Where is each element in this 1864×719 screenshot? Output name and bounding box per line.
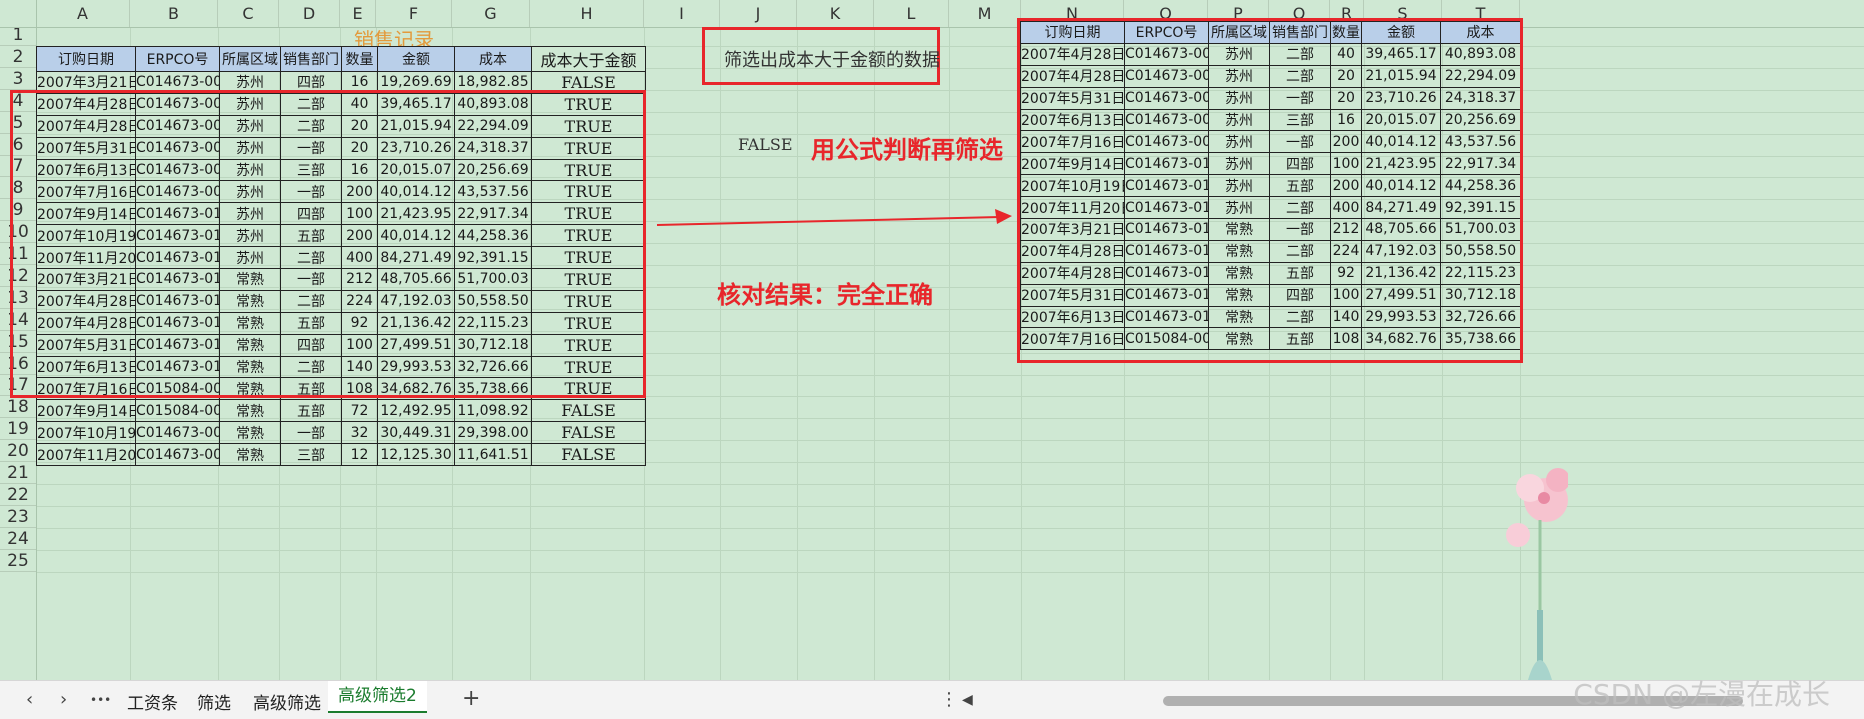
watermark: CSDN @左漫在成长 [1573,678,1830,711]
table-row: 2007年10月19日C014673-001常熟一部3230,449.3129,… [36,421,646,445]
result-highlight [1017,18,1523,363]
column-header[interactable]: L [874,0,949,27]
column-header[interactable]: C [218,0,279,27]
column-header[interactable]: F [376,0,452,27]
table-cell[interactable]: 32 [341,421,378,445]
table-cell[interactable]: C015084-002 [135,399,220,423]
spreadsheet-grid[interactable]: ABCDEFGHIJKLMNOPQRST 1 2 3 4 5 6 7 8 9 10 11 12 13 14… [0,0,1864,680]
grid-line-horizontal [37,505,1864,507]
table-cell[interactable]: C014673-002 [135,443,220,467]
next-sheet-icon[interactable]: › [60,689,67,710]
row-header[interactable]: 25 [0,550,36,572]
table-cell[interactable]: 12 [341,443,378,467]
grid-line-horizontal [37,571,1864,573]
column-header-cell[interactable]: 数量 [341,46,378,72]
column-header-cell[interactable]: 成本 [454,46,532,72]
row-header[interactable]: 2 [0,46,36,68]
grid-line-vertical [720,28,721,680]
prev-sheet-icon[interactable]: ‹ [26,689,33,710]
table-cell[interactable]: 2007年11月20日 [36,443,136,467]
table-cell[interactable]: 12,125.30 [377,443,455,467]
table-cell[interactable]: 11,098.92 [454,399,532,423]
row-header[interactable]: 18 [0,396,36,419]
table-cell[interactable]: 三部 [280,443,342,467]
column-header[interactable]: I [644,0,720,27]
table-cell[interactable]: 一部 [280,421,342,445]
table-cell[interactable]: C014673-001 [135,421,220,445]
column-header[interactable]: M [949,0,1021,27]
table-cell[interactable]: 29,398.00 [454,421,532,445]
column-header[interactable]: J [720,0,797,27]
column-header[interactable]: K [797,0,874,27]
row-header[interactable]: 24 [0,528,36,550]
table-row: 2007年9月14日C015084-002常熟五部7212,492.9511,0… [36,399,646,423]
tab-salary[interactable]: 工资条 [127,689,178,714]
table-cell[interactable]: 常熟 [219,399,281,423]
note-check: 核对结果：完全正确 [717,281,933,309]
more-sheets-icon[interactable]: ••• [90,693,111,707]
table-cell[interactable]: 11,641.51 [454,443,532,467]
criteria-cell[interactable]: FALSE [738,135,793,154]
table-cell[interactable]: FALSE [531,421,646,445]
table-header-row: 订购日期 ERPCO号 所属区域 销售部门 数量 金额 成本 成本大于金额 [36,46,646,72]
table-cell[interactable]: 2007年9月14日 [36,399,136,423]
grid-line-horizontal [37,549,1864,551]
scroll-left-icon[interactable]: ◀ [962,692,973,708]
tab-advanced-filter[interactable]: 高级筛选 [253,689,321,714]
row-header[interactable]: 20 [0,440,36,463]
row-header[interactable]: 21 [0,462,36,484]
table-cell[interactable]: 常熟 [219,443,281,467]
column-header[interactable]: D [279,0,340,27]
column-header[interactable]: G [452,0,530,27]
table-cell[interactable]: 2007年10月19日 [36,421,136,445]
grid-line-horizontal [37,484,1864,485]
arrow-icon [656,209,1012,226]
column-header-cell[interactable]: ERPCO号 [135,46,220,72]
note-filter-text: 筛选出成本大于金额的数据 [724,50,940,71]
table-cell[interactable]: 常熟 [219,421,281,445]
column-header[interactable]: B [130,0,218,27]
row-header[interactable]: 3 [0,68,36,90]
grid-line-vertical [874,28,875,680]
column-header-cell[interactable]: 所属区域 [219,46,281,72]
column-header[interactable]: E [340,0,376,27]
column-header[interactable]: H [530,0,644,27]
grid-line-vertical [797,28,798,680]
grid-line-vertical [949,28,950,680]
table-cell[interactable]: FALSE [531,399,646,423]
grid-line-horizontal [37,527,1864,529]
note-formula: 用公式判断再筛选 [811,136,1003,164]
column-header[interactable]: A [36,0,130,27]
tab-advanced-filter-2[interactable]: 高级筛选2 [328,681,427,713]
sheet-tab-bar: ‹ › ••• 工资条 筛选 高级筛选 高级筛选2 + ⋮ ◀ CSDN @左漫… [0,678,1864,719]
table-cell[interactable]: 12,492.95 [377,399,455,423]
true-rows-highlight [10,90,646,398]
row-header[interactable]: 23 [0,506,36,528]
column-header-cell[interactable]: 订购日期 [36,46,136,72]
table-cell[interactable]: 30,449.31 [377,421,455,445]
tab-filter[interactable]: 筛选 [197,689,231,714]
table-row: 2007年11月20日C014673-002常熟三部1212,125.3011,… [36,443,646,467]
column-header-cell[interactable]: 成本大于金额 [531,46,646,72]
table-cell[interactable]: FALSE [531,443,646,467]
column-header-cell[interactable]: 销售部门 [280,46,342,72]
table-cell[interactable]: 72 [341,399,378,423]
table-cell[interactable]: 五部 [280,399,342,423]
menu-icon[interactable]: ⋮ [940,689,958,710]
column-header-cell[interactable]: 金额 [377,46,455,72]
row-header[interactable]: 19 [0,418,36,441]
row-header[interactable]: 22 [0,484,36,506]
add-sheet-button[interactable]: + [462,686,480,711]
flower-decoration-icon [1506,468,1568,680]
